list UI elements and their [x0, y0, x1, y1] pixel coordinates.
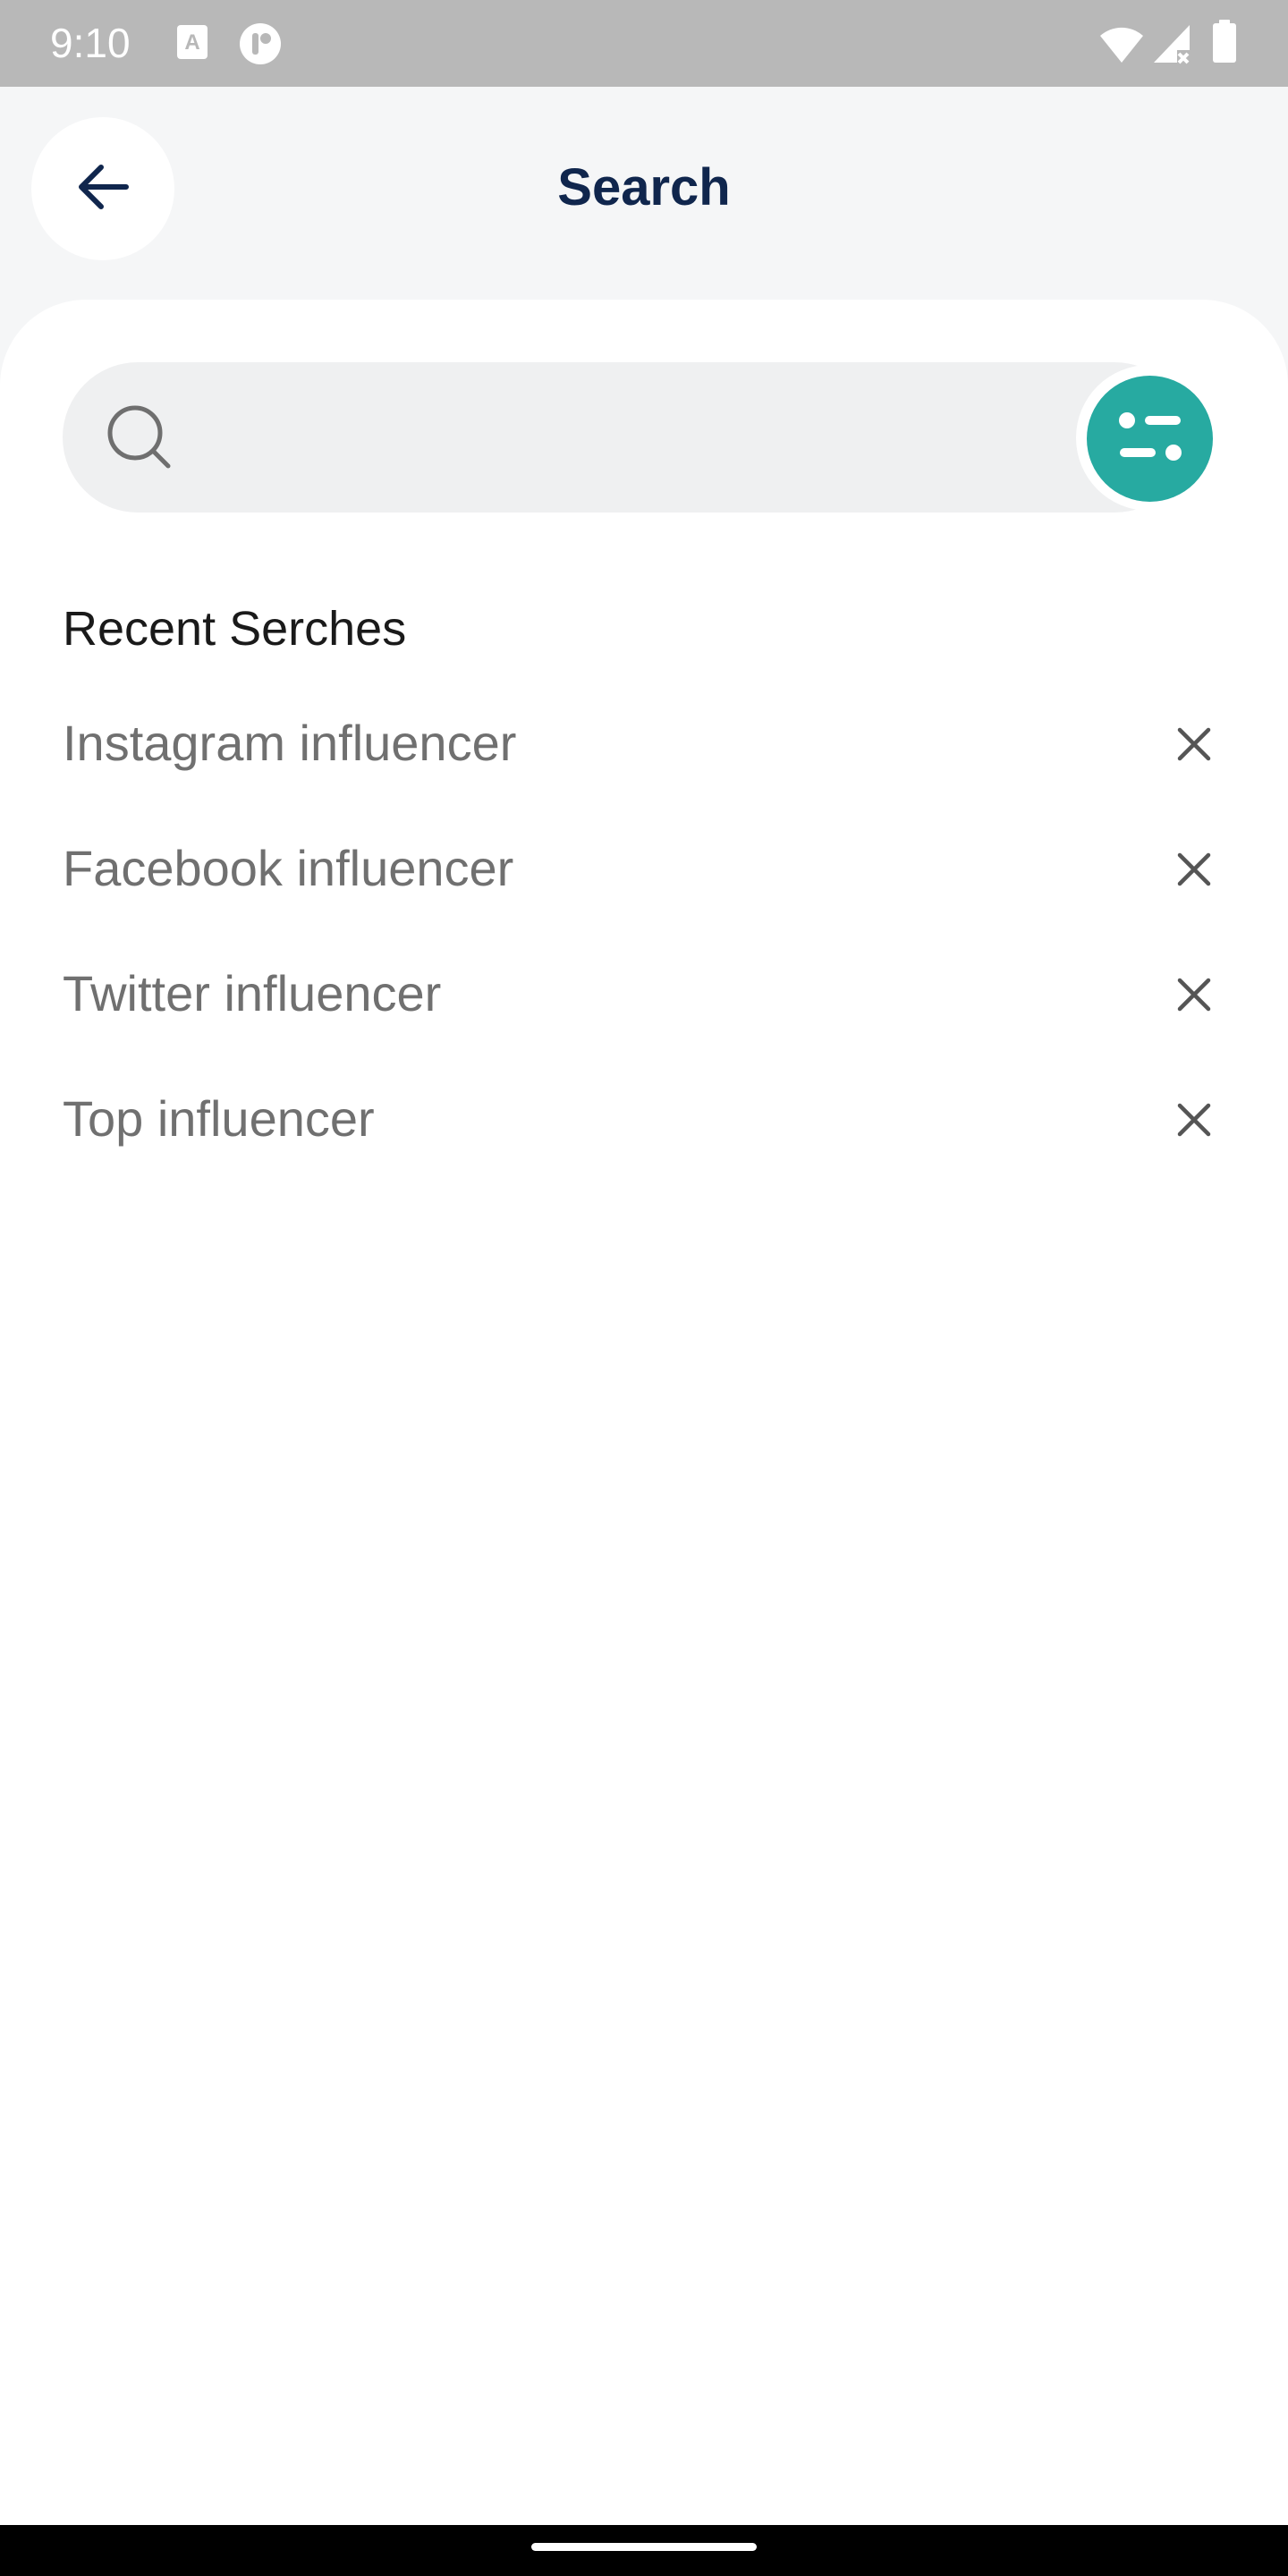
close-icon[interactable] — [1163, 963, 1225, 1026]
filter-sliders-icon — [1116, 405, 1184, 472]
recent-search-item[interactable]: Top influencer — [63, 1069, 1225, 1167]
system-navigation-bar — [0, 2525, 1288, 2576]
status-bar: 9:10 A — [0, 0, 1288, 87]
recent-search-item[interactable]: Facebook influencer — [63, 818, 1225, 917]
signal-no-data-icon — [1150, 23, 1193, 69]
close-icon[interactable] — [1163, 838, 1225, 901]
recent-searches-heading: Recent Serches — [63, 602, 407, 656]
home-indicator[interactable] — [531, 2543, 757, 2551]
recent-search-label[interactable]: Facebook influencer — [63, 835, 513, 902]
recent-search-item[interactable]: Instagram influencer — [63, 693, 1225, 792]
page-title: Search — [557, 158, 731, 216]
close-icon[interactable] — [1163, 1089, 1225, 1151]
recent-search-label[interactable]: Top influencer — [63, 1085, 375, 1153]
notification-app-icon — [238, 21, 283, 71]
search-icon — [106, 403, 174, 476]
recent-search-label[interactable]: Instagram influencer — [63, 709, 516, 777]
close-icon[interactable] — [1163, 713, 1225, 775]
status-time: 9:10 — [50, 20, 131, 66]
svg-text:A: A — [184, 30, 199, 55]
search-screen: 9:10 A Search Recent Serches Instagram i… — [0, 0, 1288, 2576]
battery-icon — [1211, 20, 1238, 69]
wifi-icon — [1098, 25, 1145, 69]
filter-button[interactable] — [1087, 376, 1213, 502]
recent-search-label[interactable]: Twitter influencer — [63, 960, 441, 1028]
accessibility-a-icon: A — [175, 21, 209, 67]
search-bar[interactable] — [63, 362, 1190, 513]
recent-search-item[interactable]: Twitter influencer — [63, 944, 1225, 1042]
search-input[interactable] — [188, 389, 1122, 487]
